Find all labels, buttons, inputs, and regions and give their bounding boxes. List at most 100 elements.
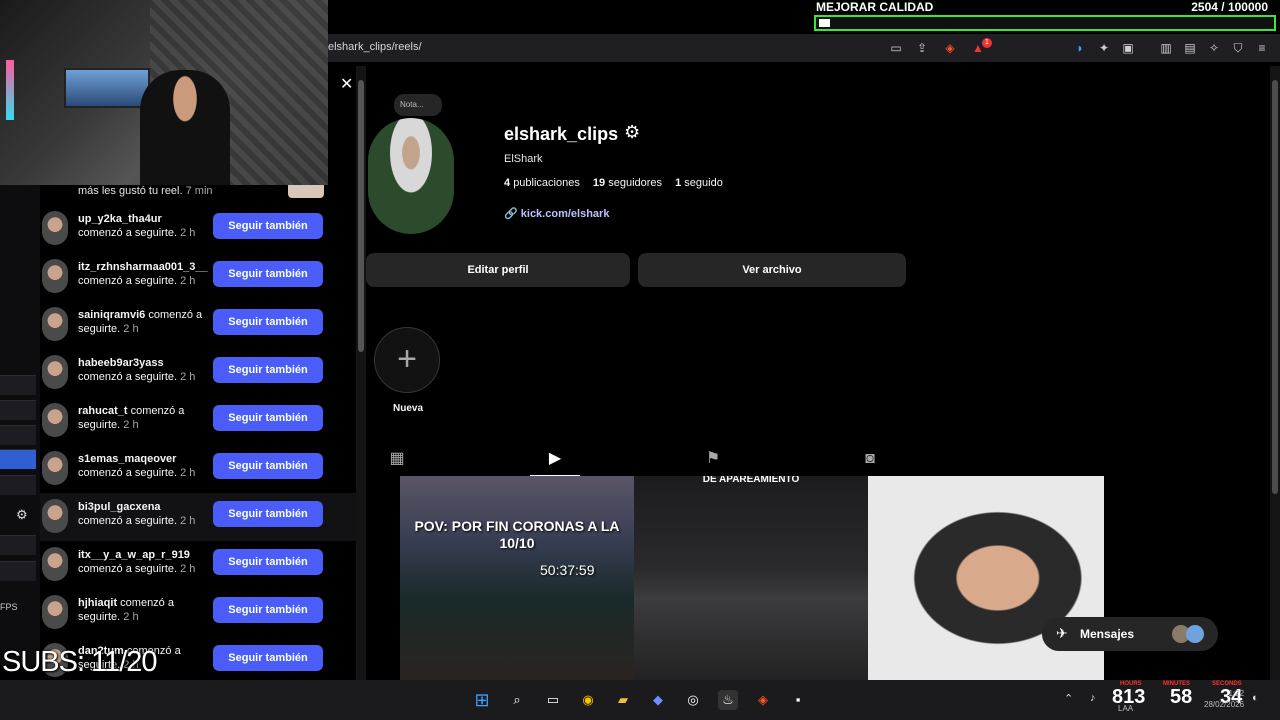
username[interactable]: itz_rzhnsharmaa001_3__ (78, 261, 208, 273)
edit-profile-button[interactable]: Editar perfil (366, 253, 630, 287)
profile-link[interactable]: 🔗 kick.com/elshark (504, 207, 609, 220)
username[interactable]: rahucat_t (78, 405, 128, 417)
grid-tab-icon[interactable]: ▦ (386, 448, 408, 470)
share-icon[interactable]: ⇪ (914, 40, 930, 56)
following-stat[interactable]: 1 seguido (675, 177, 723, 189)
close-icon[interactable]: ✕ (340, 74, 353, 94)
terminal-icon[interactable]: ▪ (788, 690, 808, 710)
saved-tab-icon[interactable]: ⚑ (702, 448, 724, 470)
username[interactable]: hjhiaqit (78, 597, 117, 609)
view-archive-button[interactable]: Ver archivo (638, 253, 906, 287)
obs-icon[interactable]: ◎ (683, 690, 703, 710)
screenshot-icon[interactable]: ▣ (1120, 40, 1136, 56)
search-icon[interactable]: ⌕ (507, 690, 527, 710)
menu-icon[interactable]: ≡ (1254, 40, 1270, 56)
notification-row[interactable]: rahucat_t comenzó a seguirte. 2 h Seguir… (40, 397, 356, 445)
avatar[interactable] (42, 451, 68, 485)
notification-row[interactable]: itx__y_a_w_ap_r_919 comenzó a seguirte. … (40, 541, 356, 589)
notification-row[interactable]: habeeb9ar3yass comenzó a seguirte. 2 h S… (40, 349, 356, 397)
app-icon[interactable]: ◆ (648, 690, 668, 710)
avatar[interactable] (42, 499, 68, 533)
notification-top: más les gustó tu reel. 7 min (78, 185, 213, 197)
notification-row[interactable]: sainiqramvi6 comenzó a seguirte. 2 h Seg… (40, 301, 356, 349)
notifications-scrollbar[interactable] (356, 66, 366, 680)
username[interactable]: itx__y_a_w_ap_r_919 (78, 549, 190, 561)
reel-thumbnail[interactable] (288, 185, 324, 198)
address-bar[interactable]: elshark_clips/reels/ (328, 41, 422, 53)
avatar[interactable] (42, 403, 68, 437)
folder-icon[interactable]: ▰ (613, 690, 633, 710)
gear-icon[interactable]: ⚙ (16, 507, 28, 523)
brave-shield-icon[interactable]: ◈ (942, 40, 958, 56)
obs-dock-item[interactable] (0, 425, 36, 445)
windows-start-icon[interactable]: ⊞ (472, 690, 492, 710)
obs-dock-item-active[interactable] (0, 449, 36, 469)
follow-back-button[interactable]: Seguir también (213, 213, 323, 239)
wallet-icon[interactable]: ▤ (1182, 40, 1198, 56)
microphone-icon[interactable]: ♪ (1090, 692, 1096, 704)
audio-icon[interactable]: ◗ (1072, 40, 1088, 56)
follow-back-button[interactable]: Seguir también (213, 453, 323, 479)
obs-dock: ⚙ FPS (0, 185, 40, 665)
obs-dock-item[interactable] (0, 375, 36, 395)
profile-display-name: ElShark (504, 153, 543, 165)
avatar[interactable] (42, 355, 68, 389)
messages-button[interactable]: ✈ Mensajes (1042, 617, 1218, 651)
reel-thumbnail[interactable]: DE APAREAMIENTO (634, 476, 868, 680)
add-highlight-button[interactable]: + (374, 327, 440, 393)
reels-tab-icon[interactable]: ▶ (544, 448, 566, 470)
username[interactable]: up_y2ka_tha4ur (78, 213, 162, 225)
avatar[interactable] (42, 211, 68, 245)
username[interactable]: sainiqramvi6 (78, 309, 145, 321)
follow-back-button[interactable]: Seguir también (213, 357, 323, 383)
sidebar-icon[interactable]: ▥ (1158, 40, 1174, 56)
leo-icon[interactable]: ✧ (1206, 40, 1222, 56)
subs-counter: SUBS: 11/20 (2, 646, 158, 678)
obs-dock-item[interactable] (0, 535, 36, 555)
profile-link-text[interactable]: kick.com/elshark (521, 208, 610, 220)
reel-thumbnail[interactable]: POV: POR FIN CORONAS A LA 10/10 50:37:59 (400, 476, 634, 680)
steam-icon[interactable]: ♨ (718, 690, 738, 710)
obs-dock-item[interactable] (0, 475, 36, 495)
notification-icon[interactable]: ◐ (1252, 692, 1259, 704)
chevron-up-icon[interactable]: ⌃ (1064, 692, 1073, 705)
system-clock[interactable]: 1:22 28/02/2026 (1204, 688, 1244, 710)
task-view-icon[interactable]: ▭ (543, 690, 563, 710)
follow-back-button[interactable]: Seguir también (213, 597, 323, 623)
avatar[interactable] (42, 307, 68, 341)
avatar[interactable] (42, 259, 68, 293)
username[interactable]: habeeb9ar3yass (78, 357, 164, 369)
scrollbar-thumb[interactable] (358, 80, 364, 352)
vpn-icon[interactable]: ⛉ (1230, 40, 1246, 56)
notification-row[interactable]: s1emas_maqeover comenzó a seguirte. 2 h … (40, 445, 356, 493)
page-scrollbar[interactable] (1270, 66, 1280, 680)
settings-icon[interactable]: ⚙ (624, 122, 640, 143)
avatar[interactable] (42, 595, 68, 629)
follow-back-button[interactable]: Seguir también (213, 549, 323, 575)
avatar[interactable] (42, 547, 68, 581)
obs-dock-item[interactable] (0, 400, 36, 420)
chrome-icon[interactable]: ◉ (578, 690, 598, 710)
brave-icon[interactable]: ◈ (753, 690, 773, 710)
profile-picture[interactable] (368, 118, 454, 234)
follow-back-button[interactable]: Seguir también (213, 501, 323, 527)
scrollbar-thumb[interactable] (1272, 80, 1278, 494)
follow-back-button[interactable]: Seguir también (213, 645, 323, 671)
username[interactable]: s1emas_maqeover (78, 453, 176, 465)
extensions-icon[interactable]: ✦ (1096, 40, 1112, 56)
follow-back-button[interactable]: Seguir también (213, 309, 323, 335)
followers-stat[interactable]: 19 seguidores (593, 177, 662, 189)
notification-row[interactable]: bi3pul_gacxena comenzó a seguirte. 2 h S… (40, 493, 356, 541)
notification-row[interactable]: hjhiaqit comenzó a seguirte. 2 h Seguir … (40, 589, 356, 637)
username[interactable]: bi3pul_gacxena (78, 501, 161, 513)
posts-stat[interactable]: 4 publicaciones (504, 177, 580, 189)
follow-back-button[interactable]: Seguir también (213, 405, 323, 431)
cast-icon[interactable]: ▭ (888, 40, 904, 56)
obs-dock-item[interactable] (0, 561, 36, 581)
tagged-tab-icon[interactable]: ◙ (859, 448, 881, 470)
note-bubble[interactable]: Nota... (394, 94, 442, 116)
follow-back-button[interactable]: Seguir también (213, 261, 323, 287)
notification-row[interactable]: itz_rzhnsharmaa001_3__ comenzó a seguirt… (40, 253, 356, 301)
language-indicator[interactable]: LAA (1118, 704, 1133, 713)
notification-row[interactable]: up_y2ka_tha4ur comenzó a seguirte. 2 h S… (40, 205, 356, 253)
